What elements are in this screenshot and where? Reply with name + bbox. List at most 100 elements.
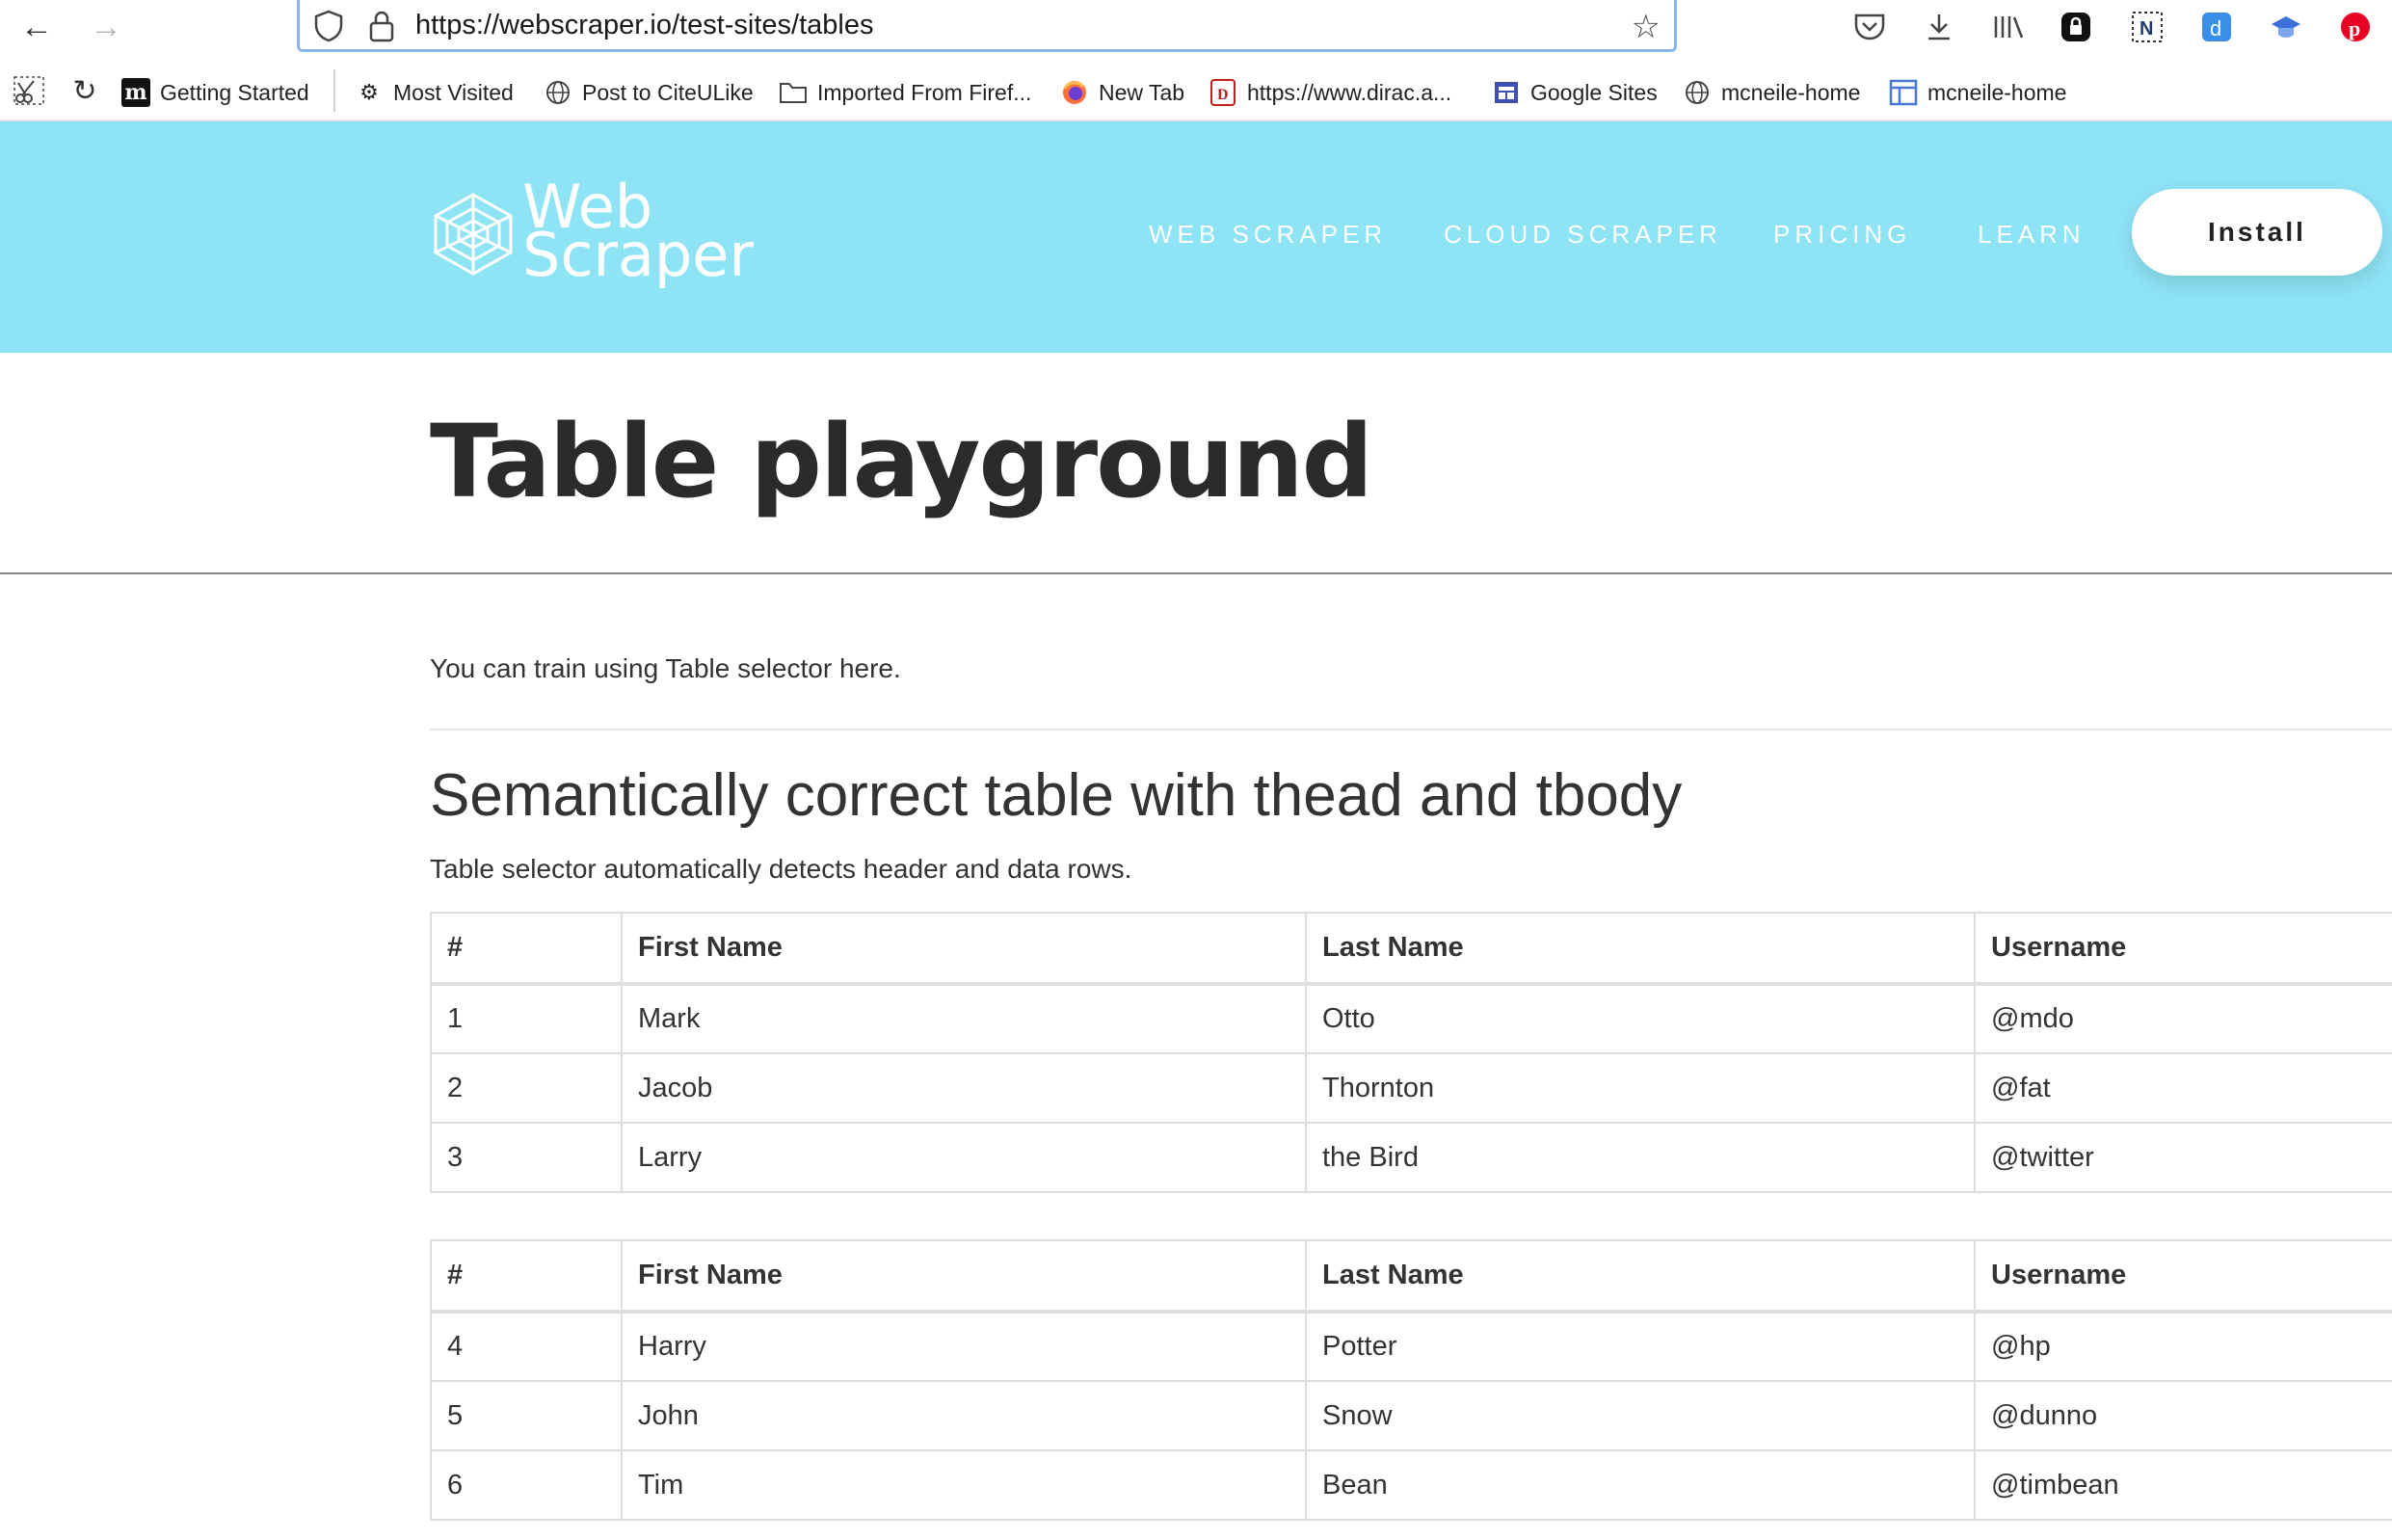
table-cell: the Bird [1305,1122,1976,1193]
bookmark-label: New Tab [1099,79,1185,105]
pocket-icon[interactable] [1850,8,1889,46]
intro-text: You can train using Table selector here. [430,653,901,683]
table-cell: @dunno [1974,1380,2392,1451]
url-text[interactable]: https://webscraper.io/test-sites/tables [415,10,874,41]
table-row: 1 Mark Otto @mdo [430,983,2392,1054]
bookmark-imported-folder[interactable]: Imported From Firef... [779,73,1031,112]
firefox-icon [1060,78,1089,107]
bookmark-dirac[interactable]: D https://www.dirac.a... [1209,73,1451,112]
bookmarks-toolbar: ↻ m Getting Started ⚙ Most Visited Post … [0,66,2392,121]
intro-divider [430,729,2392,730]
svg-text:N: N [2140,18,2153,40]
table-cell: Bean [1305,1449,1976,1521]
table-cell: @mdo [1974,983,2392,1054]
bookmark-new-tab[interactable]: New Tab [1060,73,1184,112]
section-subtitle: Table selector automatically detects hea… [430,854,1132,884]
bookmark-star-icon[interactable]: ☆ [1632,8,1661,46]
table-header-row: # First Name Last Name Username [430,912,2392,986]
graduation-cap-icon[interactable] [2267,8,2305,46]
table-cell: @twitter [1974,1122,2392,1193]
table-cell: @fat [1974,1052,2392,1124]
page-title: Table playground [430,403,1373,520]
table-row: 6 Tim Bean @timbean [430,1449,2392,1521]
nav-cloud-scraper[interactable]: CLOUD SCRAPER [1444,220,1722,250]
lock-icon[interactable] [367,9,396,43]
table-cell: @timbean [1974,1449,2392,1521]
section-heading: Semantically correct table with thead an… [430,762,1683,829]
gear-icon: ⚙ [359,80,379,104]
download-icon[interactable] [1920,8,1958,46]
table-cell: 2 [430,1052,623,1124]
table-row: 2 Jacob Thornton @fat [430,1052,2392,1124]
bookmark-label: https://www.dirac.a... [1247,79,1452,105]
library-icon[interactable] [1989,8,2028,46]
globe-icon [1683,78,1712,107]
bookmark-post-to-citeulike[interactable]: Post to CiteULike [544,73,754,112]
table-row: 5 John Snow @dunno [430,1380,2392,1451]
bookmark-label: Imported From Firef... [817,79,1032,105]
spider-web-icon [434,193,513,276]
table-cell: Harry [621,1311,1307,1382]
extension-lock-icon[interactable] [2057,8,2095,46]
bookmark-most-visited[interactable]: ⚙ Most Visited [355,73,514,112]
bookmark-label: mcneile-home [1927,79,2067,105]
table-cell: John [621,1380,1307,1451]
svg-text:d: d [2210,16,2221,40]
table-cell: Jacob [621,1052,1307,1124]
google-sites-icon [1492,78,1521,107]
column-header: # [430,1239,623,1314]
table-cell: Potter [1305,1311,1976,1382]
table-cell: 3 [430,1122,623,1193]
extension-d-icon[interactable]: d [2197,8,2236,46]
column-header: First Name [621,912,1307,986]
bookmark-getting-started[interactable]: m Getting Started [121,73,309,112]
data-table-2: # First Name Last Name Username 4 Harry … [430,1239,2392,1521]
layout-icon [1889,78,1918,107]
web-scraper-logo[interactable]: Web Scraper [430,177,754,297]
table-cell: Thornton [1305,1052,1976,1124]
table-cell: 6 [430,1449,623,1521]
table-cell: Larry [621,1122,1307,1193]
column-header: # [430,912,623,986]
data-table-1: # First Name Last Name Username 1 Mark O… [430,912,2392,1193]
column-header: Last Name [1305,1239,1976,1314]
table-cell: Snow [1305,1380,1976,1451]
column-header: Username [1974,1239,2392,1314]
bookmark-google-sites[interactable]: Google Sites [1492,73,1658,112]
table-row: 4 Harry Potter @hp [430,1311,2392,1382]
bookmark-mcneile-home-2[interactable]: mcneile-home [1889,73,2066,112]
site-header: Web Scraper WEB SCRAPER CLOUD SCRAPER PR… [0,121,2392,353]
table-cell: 1 [430,983,623,1054]
nav-learn[interactable]: LEARN [1978,220,2086,250]
shield-icon[interactable] [313,10,344,42]
nav-pricing[interactable]: PRICING [1773,220,1911,250]
table-cell: @hp [1974,1311,2392,1382]
forward-arrow-icon[interactable]: → [85,6,127,48]
pinterest-icon[interactable]: p [2336,8,2375,46]
reload-icon[interactable]: ↻ [66,71,104,110]
address-bar[interactable]: https://webscraper.io/test-sites/tables … [297,0,1677,52]
install-button[interactable]: Install [2132,189,2382,276]
bookmark-mcneile-home-1[interactable]: mcneile-home [1683,73,1860,112]
title-divider [0,572,2392,574]
screenshot-icon[interactable] [10,71,48,110]
browser-toolbar: ← → https://webscraper.io/test-sites/tab… [0,0,2392,54]
logo-line-scraper: Scraper [522,220,754,290]
folder-icon [779,78,808,107]
table-cell: 5 [430,1380,623,1451]
extension-n-icon[interactable]: N [2128,8,2166,46]
d-logo-icon: D [1209,78,1237,107]
m-logo-icon: m [121,78,150,107]
table-row: 3 Larry the Bird @twitter [430,1122,2392,1193]
nav-web-scraper[interactable]: WEB SCRAPER [1149,220,1387,250]
table-cell: Tim [621,1449,1307,1521]
column-header: First Name [621,1239,1307,1314]
table-cell: Mark [621,983,1307,1054]
bookmark-label: Most Visited [393,79,514,105]
bookmark-label: Google Sites [1530,79,1658,105]
bookmark-label: Post to CiteULike [582,79,754,105]
back-arrow-icon[interactable]: ← [15,6,58,48]
svg-text:p: p [2349,16,2360,40]
column-header: Last Name [1305,912,1976,986]
table-header-row: # First Name Last Name Username [430,1239,2392,1314]
